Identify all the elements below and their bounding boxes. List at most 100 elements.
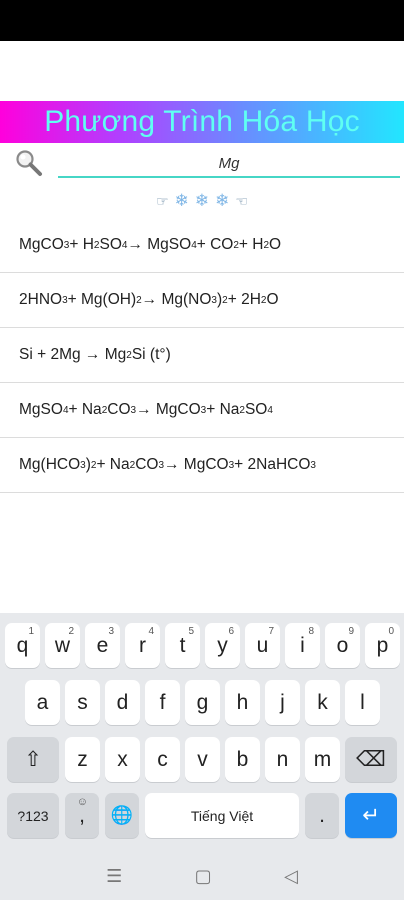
equation-list: MgCO 3 + H 2 SO 4 → MgSO 4 + CO 2 + H 2 O 2HNO 3 +… <box>0 218 404 493</box>
pointing-hand-right-icon: ☞ <box>156 192 169 209</box>
comma-key[interactable]: ☺ , <box>65 793 99 838</box>
equation-subscript: 3 <box>310 459 316 471</box>
key-label: n <box>276 747 289 771</box>
key-label: t <box>179 633 186 657</box>
equation-item[interactable]: Si + 2Mg → Mg 2 Si (t°) <box>0 328 404 383</box>
key-h[interactable]: h <box>225 680 260 725</box>
back-icon[interactable]: ◁ <box>284 866 298 887</box>
key-label: d <box>116 690 129 714</box>
equation-text: + Na <box>96 456 130 473</box>
key-hint: 8 <box>308 626 314 637</box>
key-n[interactable]: n <box>265 737 300 782</box>
key-j[interactable]: j <box>265 680 300 725</box>
search-icon[interactable] <box>14 148 44 178</box>
key-label: c <box>157 747 168 771</box>
shift-key[interactable]: ⇧ <box>7 737 59 782</box>
key-y[interactable]: 6y <box>205 623 240 668</box>
equation-text: CO <box>107 401 131 418</box>
key-label: a <box>36 690 49 714</box>
key-e[interactable]: 3e <box>85 623 120 668</box>
search-input[interactable] <box>58 150 400 178</box>
key-hint: 0 <box>388 626 394 637</box>
key-p[interactable]: 0p <box>365 623 400 668</box>
keyboard: 1q2w3e4r5t6y7u8i9o0p asdfghjkl ⇧ zxcvbnm… <box>0 613 404 853</box>
key-u[interactable]: 7u <box>245 623 280 668</box>
symbols-key[interactable]: ?123 <box>7 793 59 838</box>
key-w[interactable]: 2w <box>45 623 80 668</box>
key-label: v <box>197 747 208 771</box>
key-s[interactable]: s <box>65 680 100 725</box>
key-hint: 4 <box>148 626 154 637</box>
key-i[interactable]: 8i <box>285 623 320 668</box>
key-hint: 5 <box>188 626 194 637</box>
key-v[interactable]: v <box>185 737 220 782</box>
equation-text: + H <box>69 236 94 253</box>
key-label: q <box>16 633 29 657</box>
period-key[interactable]: . <box>305 793 339 838</box>
key-label: k <box>317 690 328 714</box>
equation-text: + H <box>238 236 264 253</box>
globe-key[interactable]: 🌐 <box>105 793 139 838</box>
key-c[interactable]: c <box>145 737 180 782</box>
equation-text: SO <box>99 236 122 253</box>
key-f[interactable]: f <box>145 680 180 725</box>
equation-text: Si + 2Mg → Mg <box>19 346 127 363</box>
key-label: b <box>236 747 249 771</box>
globe-icon: 🌐 <box>110 805 134 825</box>
space-key-label: Tiếng Việt <box>190 807 254 824</box>
equation-text: → MgSO <box>127 236 192 253</box>
title-banner: Phương Trình Hóa Học <box>0 101 404 143</box>
equation-text: 2HNO <box>19 291 63 308</box>
key-label: j <box>280 690 285 714</box>
equation-text: O <box>266 291 279 308</box>
key-d[interactable]: d <box>105 680 140 725</box>
equation-text: → MgCO <box>136 401 201 418</box>
key-label: u <box>256 633 269 657</box>
backspace-key[interactable]: ⌫ <box>345 737 397 782</box>
key-label: e <box>96 633 109 657</box>
key-label: f <box>159 690 166 714</box>
key-label: p <box>376 633 389 657</box>
equation-text: MgSO <box>19 401 63 418</box>
key-label: h <box>236 690 249 714</box>
key-label: r <box>139 633 146 657</box>
period-key-label: . <box>319 803 325 827</box>
equation-text: + CO <box>196 236 234 253</box>
symbols-key-label: ?123 <box>17 807 49 824</box>
key-label: x <box>117 747 128 771</box>
key-m[interactable]: m <box>305 737 340 782</box>
key-z[interactable]: z <box>65 737 100 782</box>
equation-text: + 2NaHCO <box>234 456 311 473</box>
equation-item[interactable]: 2HNO 3 + Mg(OH) 2 → Mg(NO 3) 2 + 2H 2 O <box>0 273 404 328</box>
home-icon[interactable]: ▢ <box>195 866 212 887</box>
key-q[interactable]: 1q <box>5 623 40 668</box>
enter-key[interactable]: ↵ <box>345 793 397 838</box>
equation-text: + Na <box>206 401 240 418</box>
equation-item[interactable]: Mg(HCO 3) 2 + Na 2 CO 3 → MgCO 3 + 2NaHCO 3 <box>0 438 404 493</box>
space-key[interactable]: Tiếng Việt <box>145 793 299 838</box>
key-t[interactable]: 5t <box>165 623 200 668</box>
key-x[interactable]: x <box>105 737 140 782</box>
recent-apps-icon[interactable]: ☰ <box>106 866 122 887</box>
key-r[interactable]: 4r <box>125 623 160 668</box>
snowflake-icon: ❄ <box>174 191 189 210</box>
equation-item[interactable]: MgCO 3 + H 2 SO 4 → MgSO 4 + CO 2 + H2O <box>0 218 404 273</box>
pointing-hand-left-icon: ☜ <box>235 192 248 209</box>
emoji-icon: ☺ <box>76 796 88 808</box>
key-o[interactable]: 9o <box>325 623 360 668</box>
equation-text: CO <box>135 456 159 473</box>
key-label: m <box>313 747 332 771</box>
key-l[interactable]: l <box>345 680 380 725</box>
key-label: z <box>77 747 88 771</box>
key-g[interactable]: g <box>185 680 220 725</box>
key-label: g <box>196 690 209 714</box>
key-b[interactable]: b <box>225 737 260 782</box>
backspace-icon: ⌫ <box>356 748 386 771</box>
key-a[interactable]: a <box>25 680 60 725</box>
key-hint: 1 <box>28 626 34 637</box>
search-row <box>0 146 404 182</box>
shift-icon: ⇧ <box>24 748 42 771</box>
equation-text: + Na <box>68 401 102 418</box>
equation-item[interactable]: MgSO 4 + Na 2 CO 3 → MgCO 3 + Na 2 SO 4 <box>0 383 404 438</box>
key-k[interactable]: k <box>305 680 340 725</box>
